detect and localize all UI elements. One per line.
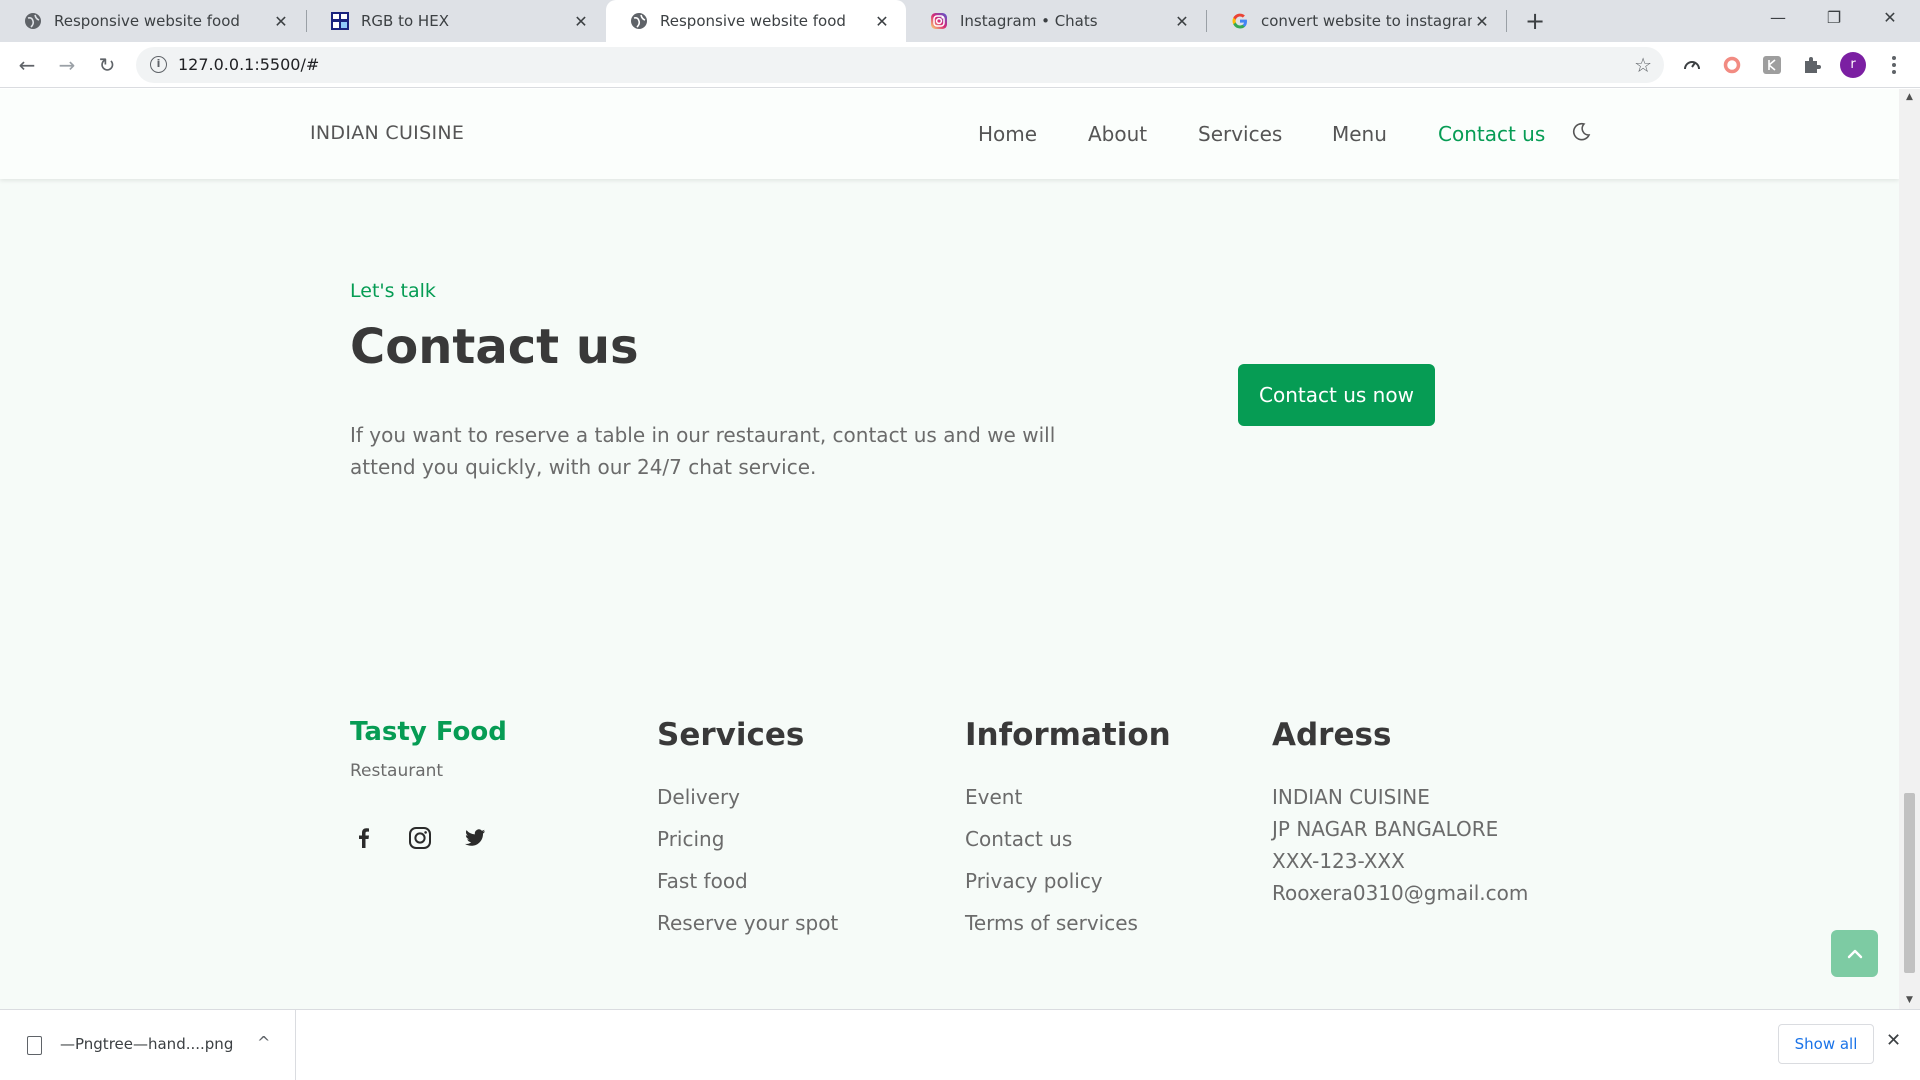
- tab-google-search[interactable]: convert website to instagram pos ✕: [1207, 0, 1506, 42]
- bookmark-star-icon[interactable]: ☆: [1634, 53, 1652, 77]
- tab-responsive-website-food-active[interactable]: Responsive website food ✕: [606, 0, 906, 42]
- globe-icon: [630, 12, 648, 30]
- chevron-up-icon[interactable]: ^: [257, 1033, 270, 1052]
- footer-information-title: Information: [965, 717, 1171, 753]
- tab-rgb-to-hex[interactable]: RGB to HEX ✕: [307, 0, 605, 42]
- footer-link-privacy-policy[interactable]: Privacy policy: [965, 869, 1103, 893]
- image-file-icon: [27, 1036, 42, 1055]
- download-item[interactable]: —Pngtree—hand....png ^: [0, 1010, 296, 1080]
- page-scrollbar[interactable]: ▲ ▼: [1899, 89, 1920, 1009]
- new-tab-button[interactable]: +: [1520, 6, 1550, 36]
- tab-close-icon[interactable]: ✕: [271, 12, 291, 31]
- show-all-downloads-button[interactable]: Show all: [1778, 1024, 1874, 1064]
- address-bar[interactable]: i 127.0.0.1:5500/# ☆: [136, 47, 1664, 83]
- nav-home[interactable]: Home: [978, 122, 1037, 146]
- facebook-icon[interactable]: [351, 825, 377, 851]
- browser-menu-icon[interactable]: [1883, 54, 1905, 76]
- site-logo[interactable]: INDIAN CUISINE: [310, 122, 464, 144]
- maximize-button[interactable]: ❐: [1806, 0, 1862, 36]
- footer-link-pricing[interactable]: Pricing: [657, 827, 724, 851]
- tab-title: convert website to instagram pos: [1261, 12, 1472, 30]
- scroll-down-arrow[interactable]: ▼: [1899, 992, 1920, 1009]
- window-close-button[interactable]: ✕: [1862, 0, 1918, 36]
- nav-menu[interactable]: Menu: [1332, 122, 1387, 146]
- chevron-up-icon: [1847, 949, 1862, 958]
- tab-instagram-chats[interactable]: Instagram • Chats ✕: [906, 0, 1206, 42]
- footer-link-delivery[interactable]: Delivery: [657, 785, 740, 809]
- nav-contact-us[interactable]: Contact us: [1438, 122, 1545, 146]
- tab-title: Instagram • Chats: [960, 12, 1098, 30]
- address-line-area: JP NAGAR BANGALORE: [1272, 817, 1499, 841]
- tab-strip: Responsive website food ✕ RGB to HEX ✕ R…: [0, 0, 1920, 42]
- back-button[interactable]: ←: [12, 50, 42, 80]
- tab-close-icon[interactable]: ✕: [872, 12, 892, 31]
- twitter-icon[interactable]: [462, 825, 488, 851]
- scroll-up-arrow[interactable]: ▲: [1899, 89, 1920, 106]
- download-file-name[interactable]: —Pngtree—hand....png: [60, 1035, 233, 1053]
- tab-title: Responsive website food: [660, 12, 846, 30]
- reload-button[interactable]: ↻: [92, 50, 122, 80]
- rgb-to-hex-favicon: [331, 12, 349, 30]
- tab-close-icon[interactable]: ✕: [1472, 12, 1492, 31]
- extensions-puzzle-icon[interactable]: [1801, 54, 1823, 76]
- download-shelf: —Pngtree—hand....png ^ Show all ✕: [0, 1009, 1920, 1080]
- tab-title: RGB to HEX: [361, 12, 449, 30]
- instagram-icon: [930, 12, 948, 30]
- instagram-icon[interactable]: [407, 825, 433, 851]
- browser-toolbar: ← → ↻ i 127.0.0.1:5500/# ☆: [0, 42, 1920, 88]
- url-text[interactable]: 127.0.0.1:5500/#: [178, 55, 319, 74]
- footer-services-title: Services: [657, 717, 805, 753]
- footer-brand[interactable]: Tasty Food: [350, 717, 507, 747]
- footer-address-title: Adress: [1272, 717, 1392, 753]
- profile-avatar[interactable]: r: [1840, 52, 1866, 78]
- forward-button[interactable]: →: [52, 50, 82, 80]
- footer-link-event[interactable]: Event: [965, 785, 1022, 809]
- grey-box-extension-icon[interactable]: [1761, 54, 1783, 76]
- nav-about[interactable]: About: [1088, 122, 1147, 146]
- contact-us-now-button[interactable]: Contact us now: [1238, 364, 1435, 426]
- footer-link-contact-us[interactable]: Contact us: [965, 827, 1072, 851]
- contact-description: If you want to reserve a table in our re…: [350, 423, 1056, 479]
- nav-services[interactable]: Services: [1198, 122, 1282, 146]
- site-info-icon[interactable]: i: [150, 56, 167, 73]
- speedometer-extension-icon[interactable]: [1681, 54, 1703, 76]
- address-line-name: INDIAN CUISINE: [1272, 785, 1430, 809]
- close-download-shelf-icon[interactable]: ✕: [1886, 1030, 1901, 1051]
- dark-mode-moon-icon[interactable]: [1570, 121, 1592, 143]
- globe-icon: [24, 12, 42, 30]
- site-header: INDIAN CUISINE Home About Services Menu …: [0, 89, 1899, 179]
- contact-title: Contact us: [350, 319, 639, 375]
- page-viewport: INDIAN CUISINE Home About Services Menu …: [0, 89, 1899, 1009]
- google-icon: [1231, 12, 1249, 30]
- footer-link-terms-of-services[interactable]: Terms of services: [965, 911, 1138, 935]
- footer-link-fast-food[interactable]: Fast food: [657, 869, 748, 893]
- tab-separator: [1506, 10, 1507, 32]
- red-ring-extension-icon[interactable]: [1721, 54, 1743, 76]
- contact-eyebrow: Let's talk: [350, 280, 436, 302]
- footer-link-reserve-your-spot[interactable]: Reserve your spot: [657, 911, 838, 935]
- tab-responsive-website-food-1[interactable]: Responsive website food ✕: [0, 0, 305, 42]
- footer-brand-subtitle: Restaurant: [350, 761, 444, 781]
- address-line-phone: XXX-123-XXX: [1272, 849, 1405, 873]
- tab-close-icon[interactable]: ✕: [1172, 12, 1192, 31]
- tab-close-icon[interactable]: ✕: [571, 12, 591, 31]
- address-line-email: Rooxera0310@gmail.com: [1272, 881, 1529, 905]
- scroll-to-top-button[interactable]: [1831, 930, 1878, 977]
- scrollbar-thumb[interactable]: [1904, 793, 1915, 973]
- tab-title: Responsive website food: [54, 12, 240, 30]
- minimize-button[interactable]: —: [1750, 0, 1806, 36]
